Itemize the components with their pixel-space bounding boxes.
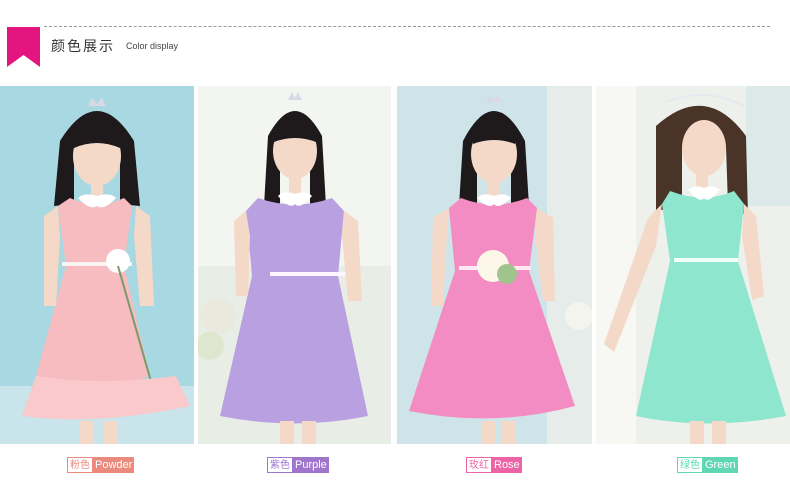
girl-in-rose-dress-image (397, 86, 592, 444)
color-label-cn: 绿色 (677, 457, 703, 473)
color-label-rose: 玫红 Rose (466, 457, 522, 473)
color-label-en: Powder (93, 457, 135, 473)
color-label-cn: 粉色 (67, 457, 93, 473)
product-photo-purple[interactable] (198, 86, 391, 444)
section-subtitle: Color display (126, 41, 179, 51)
girl-in-green-dress-image (596, 86, 790, 444)
product-photo-powder[interactable] (0, 86, 194, 444)
color-label-purple: 紫色 Purple (267, 457, 329, 473)
section-title: 颜色展示 (51, 39, 115, 55)
section-header: 颜色展示 Color display (0, 0, 790, 80)
color-label-en: Green (703, 457, 738, 473)
color-label-green: 绿色 Green (677, 457, 738, 473)
girl-in-powder-dress-image (0, 86, 194, 444)
dashed-divider (44, 26, 770, 27)
color-label-en: Purple (293, 457, 329, 473)
color-label-en: Rose (492, 457, 522, 473)
girl-in-purple-dress-image (198, 86, 391, 444)
color-label-cn: 紫色 (267, 457, 293, 473)
product-photo-green[interactable] (596, 86, 790, 444)
color-label-cn: 玫红 (466, 457, 492, 473)
color-label-powder: 粉色 Powder (67, 457, 135, 473)
bookmark-ribbon-icon (7, 27, 40, 67)
product-photo-rose[interactable] (397, 86, 592, 444)
